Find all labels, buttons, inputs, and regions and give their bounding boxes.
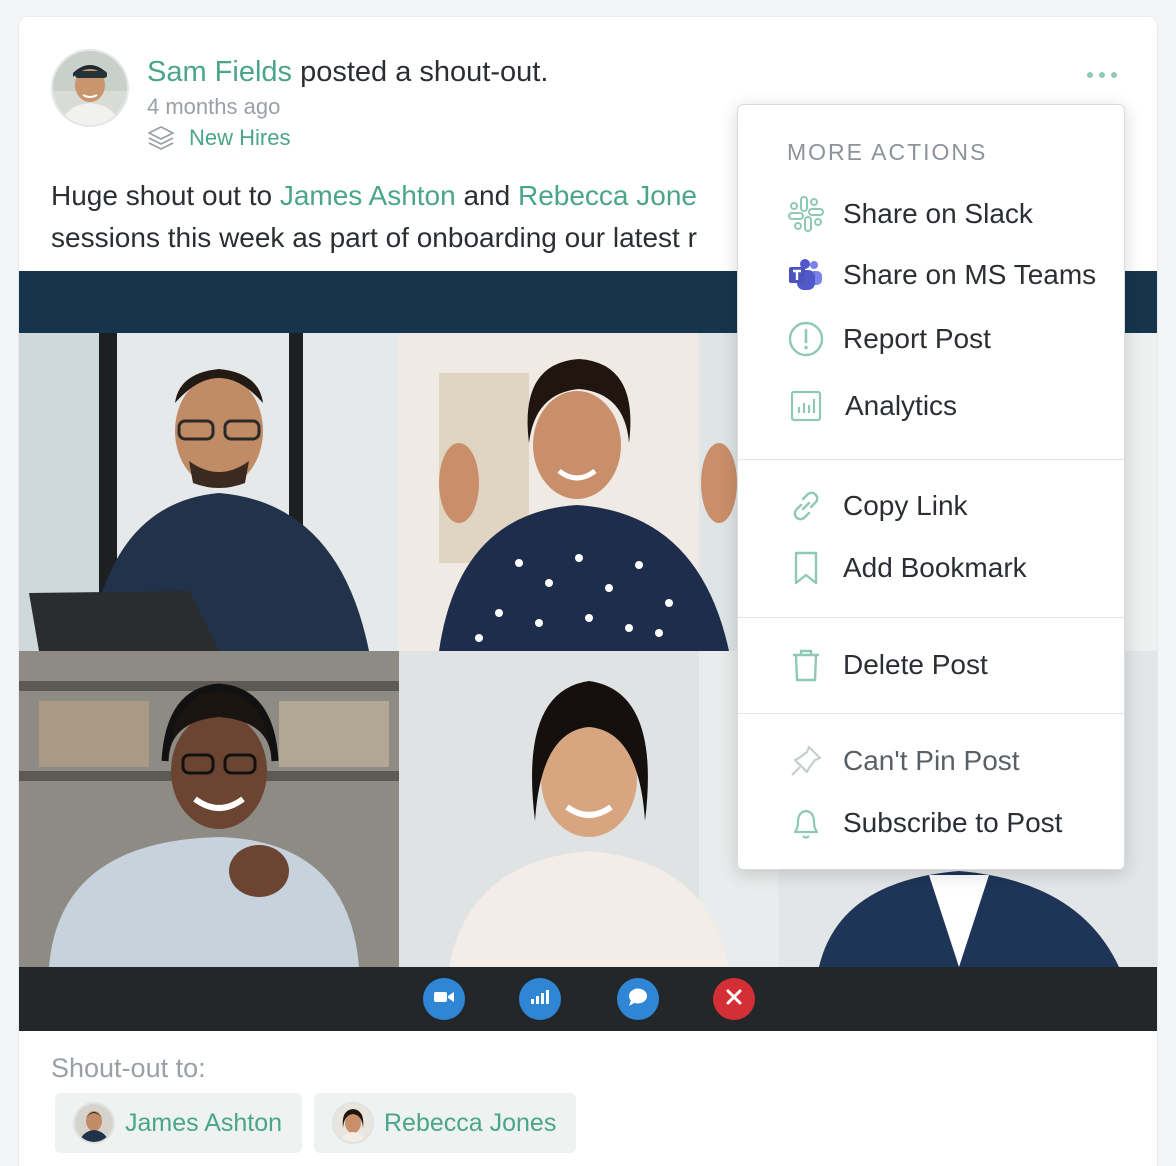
bookmark-icon [786, 548, 826, 588]
close-icon [725, 988, 743, 1011]
video-tile-2 [399, 333, 779, 651]
menu-item-share-slack[interactable]: Share on Slack [738, 185, 1124, 243]
video-camera-button[interactable] [423, 978, 465, 1020]
video-control-bar [19, 967, 1157, 1031]
bar-chart-icon [786, 386, 826, 426]
menu-item-subscribe[interactable]: Subscribe to Post [738, 794, 1124, 852]
dot-icon [1099, 72, 1105, 78]
menu-item-share-ms-teams[interactable]: Share on MS Teams [738, 246, 1124, 304]
group-link[interactable]: New Hires [189, 125, 290, 151]
pin-icon [786, 741, 826, 781]
shoutout-label: Shout-out to: [51, 1053, 206, 1083]
menu-divider [738, 617, 1124, 618]
chat-bubble-icon [627, 987, 649, 1012]
post-header: Sam Fields posted a shout-out. [147, 55, 548, 89]
layers-icon [147, 125, 175, 151]
video-tile-5 [399, 651, 779, 967]
avatar [332, 1102, 374, 1144]
alert-circle-icon [786, 319, 826, 359]
post-body: Huge shout out to James Ashton and Rebec… [51, 175, 751, 259]
post-action-text: posted a shout-out. [292, 56, 549, 88]
recipient-name: Rebecca Jones [384, 1108, 557, 1137]
menu-divider [738, 713, 1124, 714]
menu-title: MORE ACTIONS [787, 139, 988, 165]
menu-item-label: Copy Link [843, 490, 968, 521]
post-group: New Hires [147, 125, 290, 151]
menu-item-label: Share on MS Teams [843, 259, 1097, 290]
menu-item-copy-link[interactable]: Copy Link [738, 477, 1124, 535]
stats-button[interactable] [519, 978, 561, 1020]
ms-teams-icon [786, 255, 826, 295]
recipient-chip-rebecca-jones[interactable]: Rebecca Jones [314, 1093, 577, 1153]
menu-item-report-post[interactable]: Report Post [738, 310, 1124, 368]
recipient-name: James Ashton [125, 1108, 283, 1137]
link-icon [786, 486, 826, 526]
menu-divider [738, 459, 1124, 460]
trash-icon [786, 645, 826, 685]
menu-item-label: Share on Slack [843, 198, 1033, 229]
menu-item-label: Delete Post [843, 649, 988, 680]
body-text-segment: Huge shout out to [51, 180, 280, 211]
mention-rebecca-jones[interactable]: Rebecca Jone [518, 180, 697, 211]
signal-bars-icon [529, 989, 551, 1010]
menu-item-label: Analytics [845, 390, 958, 421]
avatar [73, 1102, 115, 1144]
post-body-line-2: sessions this week as part of onboarding… [51, 222, 697, 253]
video-tile-4 [19, 651, 399, 967]
menu-item-label: Subscribe to Post [843, 807, 1063, 838]
dot-icon [1111, 72, 1117, 78]
menu-item-add-bookmark[interactable]: Add Bookmark [738, 539, 1124, 597]
more-actions-menu: MORE ACTIONS Share on Slack Share on MS … [737, 104, 1125, 870]
mention-james-ashton[interactable]: James Ashton [280, 180, 456, 211]
recipient-chip-james-ashton[interactable]: James Ashton [55, 1093, 303, 1153]
menu-item-label: Report Post [843, 323, 991, 354]
author-name-link[interactable]: Sam Fields [147, 56, 292, 88]
menu-item-pin-post: Can't Pin Post [738, 732, 1124, 790]
menu-item-label: Add Bookmark [843, 552, 1027, 583]
bell-icon [786, 803, 826, 843]
video-camera-icon [433, 989, 455, 1010]
author-avatar[interactable] [51, 49, 129, 127]
menu-item-delete-post[interactable]: Delete Post [738, 636, 1124, 694]
post-timestamp[interactable]: 4 months ago [147, 94, 280, 120]
menu-item-label: Can't Pin Post [843, 745, 1020, 776]
dot-icon [1087, 72, 1093, 78]
video-tile-1 [19, 333, 399, 651]
end-call-button[interactable] [713, 978, 755, 1020]
post-body-line-1: Huge shout out to James Ashton and Rebec… [51, 175, 751, 217]
slack-icon [786, 194, 826, 234]
menu-item-analytics[interactable]: Analytics [738, 377, 1124, 435]
body-text-segment: and [455, 180, 518, 211]
chat-button[interactable] [617, 978, 659, 1020]
more-actions-button[interactable] [1087, 65, 1117, 85]
